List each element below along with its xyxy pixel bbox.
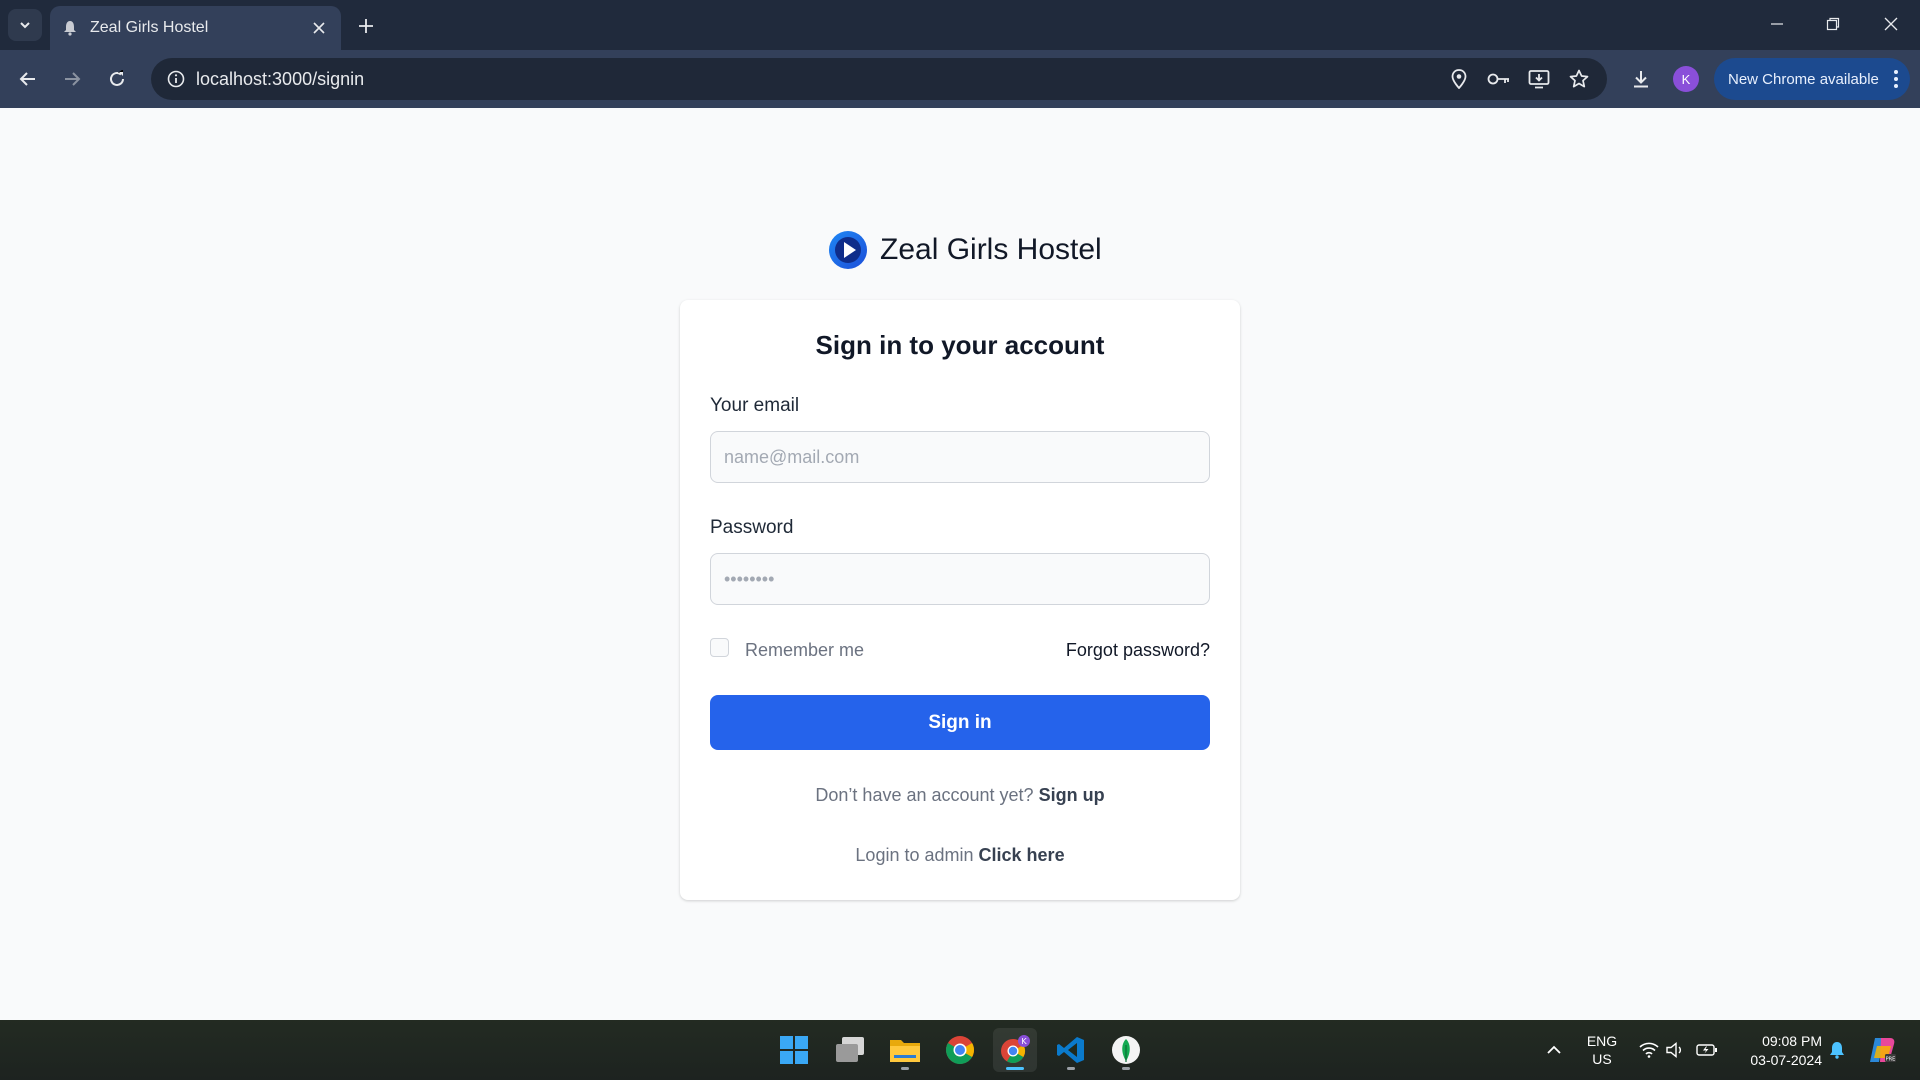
copilot-icon[interactable]: PRE bbox=[1864, 1020, 1900, 1080]
chrome-profile-icon[interactable]: K bbox=[993, 1028, 1037, 1072]
browser-tab-bar: Zeal Girls Hostel bbox=[0, 0, 1920, 50]
minimize-icon bbox=[1771, 23, 1783, 25]
profile-initial: K bbox=[1673, 66, 1699, 92]
app-indicator bbox=[1067, 1067, 1075, 1070]
forward-button[interactable] bbox=[55, 62, 89, 96]
forgot-password-link[interactable]: Forgot password? bbox=[1066, 640, 1210, 661]
tab-search-button[interactable] bbox=[8, 9, 42, 41]
arrow-left-icon bbox=[19, 72, 35, 86]
reload-icon bbox=[110, 70, 124, 86]
admin-prompt: Login to admin bbox=[855, 845, 974, 865]
app-indicator bbox=[901, 1067, 909, 1070]
close-window-button[interactable] bbox=[1871, 8, 1911, 40]
clock-time: 09:08 PM bbox=[1762, 1033, 1822, 1049]
admin-click-here-link[interactable]: Click here bbox=[979, 845, 1065, 865]
browser-toolbar: localhost:3000/signin K New Chrome avail… bbox=[0, 50, 1920, 108]
wifi-icon[interactable] bbox=[1636, 1020, 1662, 1080]
language-indicator[interactable]: ENG US bbox=[1572, 1032, 1632, 1068]
signup-line: Don’t have an account yet? Sign up bbox=[680, 785, 1240, 806]
start-icon[interactable] bbox=[772, 1028, 816, 1072]
new-chrome-available-button[interactable]: New Chrome available bbox=[1714, 58, 1910, 100]
site-info-icon[interactable] bbox=[161, 64, 191, 94]
battery-icon[interactable] bbox=[1694, 1020, 1720, 1080]
minimize-button[interactable] bbox=[1757, 8, 1797, 40]
clock-date: 03-07-2024 bbox=[1750, 1052, 1822, 1068]
tab-title: Zeal Girls Hostel bbox=[90, 19, 209, 36]
app-indicator bbox=[1122, 1067, 1130, 1070]
file-explorer-icon[interactable] bbox=[883, 1028, 927, 1072]
restore-icon bbox=[1826, 17, 1840, 31]
svg-text:PRE: PRE bbox=[1886, 1057, 1896, 1063]
arrow-right-icon bbox=[65, 72, 81, 86]
tab-close-icon[interactable] bbox=[309, 18, 329, 38]
chevron-down-icon bbox=[20, 22, 30, 29]
restore-button[interactable] bbox=[1813, 8, 1853, 40]
reload-button[interactable] bbox=[100, 62, 134, 96]
remember-me-label: Remember me bbox=[745, 640, 865, 660]
address-bar[interactable]: localhost:3000/signin bbox=[151, 58, 1607, 100]
chevron-up-icon bbox=[1547, 1045, 1561, 1054]
admin-login-line: Login to admin Click here bbox=[680, 845, 1240, 866]
sign-in-button[interactable]: Sign in bbox=[710, 695, 1210, 750]
task-view-icon[interactable] bbox=[828, 1028, 872, 1072]
close-icon bbox=[1884, 17, 1898, 31]
update-label: New Chrome available bbox=[1728, 70, 1879, 88]
chrome-icon[interactable] bbox=[938, 1028, 982, 1072]
vscode-icon[interactable] bbox=[1049, 1028, 1093, 1072]
profile-avatar[interactable]: K bbox=[1669, 62, 1703, 96]
more-menu-icon[interactable] bbox=[1882, 69, 1910, 89]
brand-logo-icon bbox=[829, 231, 867, 269]
plus-icon bbox=[359, 19, 373, 33]
location-icon[interactable] bbox=[1445, 65, 1473, 93]
email-label: Your email bbox=[710, 395, 800, 416]
notification-bell-icon[interactable] bbox=[1824, 1020, 1850, 1080]
bookmark-star-icon[interactable] bbox=[1565, 65, 1593, 93]
back-button[interactable] bbox=[11, 62, 45, 96]
password-key-icon[interactable] bbox=[1485, 65, 1513, 93]
svg-text:K: K bbox=[1021, 1037, 1027, 1046]
downloads-icon[interactable] bbox=[1624, 62, 1658, 96]
brand-header: Zeal Girls Hostel bbox=[828, 228, 1102, 272]
page-title: Sign in to your account bbox=[815, 330, 1105, 360]
browser-tab[interactable]: Zeal Girls Hostel bbox=[50, 6, 341, 50]
favicon-icon bbox=[62, 20, 78, 36]
new-tab-button[interactable] bbox=[352, 12, 380, 40]
signup-prompt: Don’t have an account yet? bbox=[815, 785, 1034, 805]
volume-icon[interactable] bbox=[1663, 1020, 1687, 1080]
language-code: ENG bbox=[1586, 1033, 1618, 1049]
show-hidden-icons-button[interactable] bbox=[1540, 1020, 1568, 1080]
brand-name: Zeal Girls Hostel bbox=[880, 233, 1102, 266]
email-field[interactable] bbox=[710, 431, 1210, 483]
taskbar: K ENG US 09:08 PM 03-07-2024 PRE bbox=[0, 1020, 1920, 1080]
sign-up-link[interactable]: Sign up bbox=[1039, 785, 1105, 805]
mongodb-compass-icon[interactable] bbox=[1104, 1028, 1148, 1072]
password-label: Password bbox=[710, 517, 794, 538]
remember-me-checkbox[interactable] bbox=[710, 638, 729, 657]
app-indicator-active bbox=[1006, 1067, 1024, 1070]
system-clock[interactable]: 09:08 PM 03-07-2024 bbox=[1726, 1032, 1822, 1070]
region-code: US bbox=[1592, 1051, 1612, 1067]
password-field[interactable] bbox=[710, 553, 1210, 605]
install-app-icon[interactable] bbox=[1525, 65, 1553, 93]
url-text: localhost:3000/signin bbox=[196, 69, 365, 89]
signin-card: Sign in to your account Your email Passw… bbox=[680, 300, 1240, 900]
